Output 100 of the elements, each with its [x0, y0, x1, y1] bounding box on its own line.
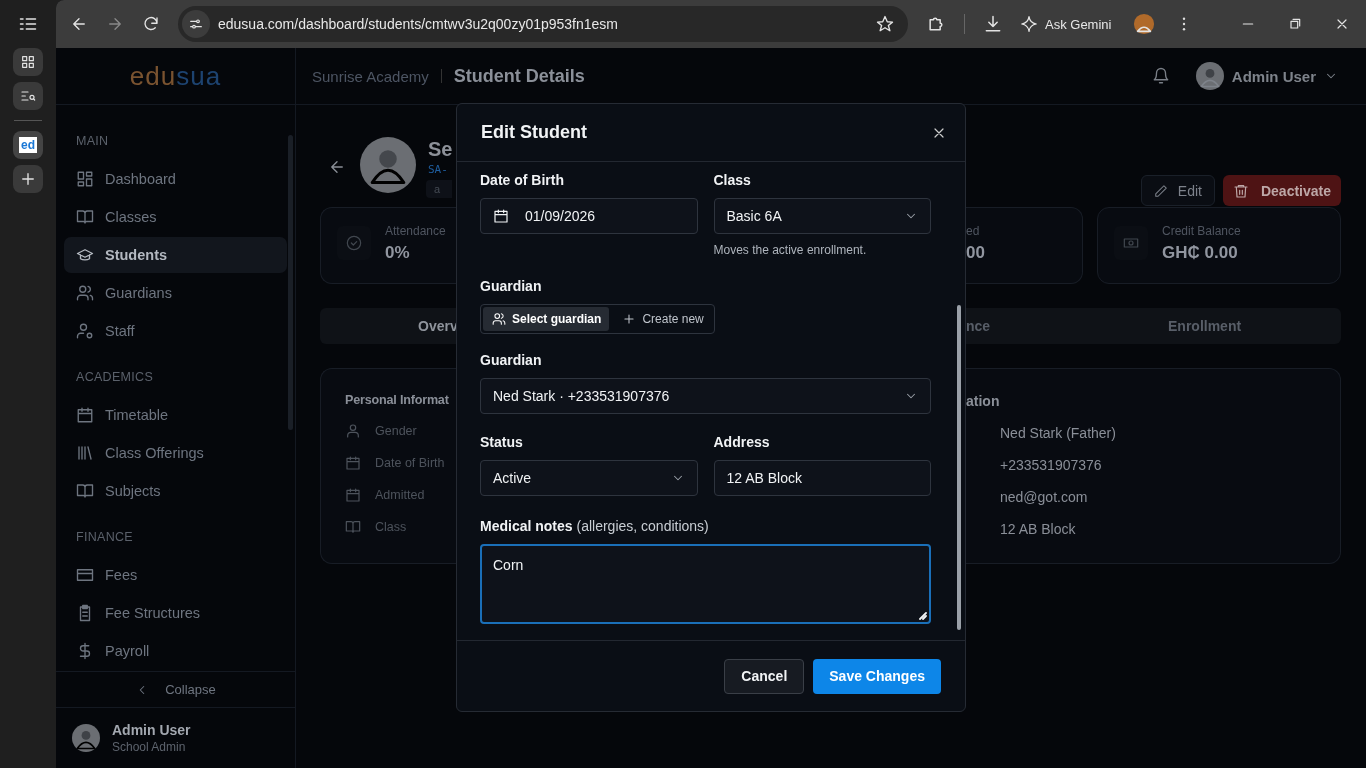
sidebar-item[interactable]: Payroll — [64, 633, 287, 669]
sidebar-item[interactable]: Timetable — [64, 397, 287, 433]
reload-icon[interactable] — [142, 15, 160, 33]
book-icon — [76, 208, 94, 226]
bell-icon[interactable] — [1151, 67, 1170, 85]
student-avatar — [360, 137, 416, 193]
sidebar-item[interactable]: Class Offerings — [64, 435, 287, 471]
sidebar-item[interactable]: Subjects — [64, 473, 287, 509]
card-title: Personal Informat — [345, 393, 450, 407]
sidebar-item[interactable]: Fees — [64, 557, 287, 593]
pencil-icon — [1153, 183, 1168, 198]
plus-icon — [19, 170, 37, 188]
avatar — [72, 724, 100, 753]
grid-icon — [20, 54, 36, 70]
search-icon — [20, 88, 36, 104]
field-value: 12 AB Block — [1000, 521, 1076, 537]
address-field[interactable]: 12 AB Block — [713, 460, 931, 496]
collapse-button[interactable]: Collapse — [56, 671, 295, 709]
calendar-icon — [345, 455, 361, 471]
calendar-icon — [345, 487, 361, 503]
forward-icon[interactable] — [106, 15, 124, 33]
deactivate-button[interactable]: Deactivate — [1222, 175, 1341, 206]
scrollbar[interactable] — [288, 135, 293, 430]
sidebar-item[interactable]: Students — [64, 237, 287, 273]
sparkle-icon — [1021, 16, 1037, 32]
student-name: Se — [428, 137, 453, 161]
dialog-title: Edit Student — [481, 122, 587, 143]
person-gear-icon — [76, 322, 94, 340]
avatar — [1195, 62, 1224, 90]
field-label: Date of Birth — [375, 456, 445, 470]
field-label: Status — [480, 433, 524, 452]
save-button[interactable]: Save Changes — [813, 658, 941, 694]
field-value: ned@got.com — [1000, 489, 1088, 505]
stat-value: 0% — [385, 243, 411, 263]
card-title: ation — [966, 393, 1001, 409]
bookmark-star-icon[interactable] — [876, 15, 894, 33]
trash-icon — [1232, 182, 1249, 199]
field-value: Ned Stark (Father) — [1000, 425, 1116, 441]
resize-grip-icon[interactable] — [919, 612, 927, 620]
tab-groups-button[interactable] — [13, 48, 43, 76]
back-icon[interactable] — [70, 15, 88, 33]
sidebar-item[interactable]: Guardians — [64, 275, 287, 311]
card-icon — [76, 566, 94, 584]
stat-label: ed — [966, 224, 981, 238]
restore-icon[interactable] — [1287, 16, 1303, 32]
edit-button[interactable]: Edit — [1140, 175, 1215, 206]
sidebar-item[interactable]: Fee Structures — [64, 595, 287, 631]
new-tab-button[interactable] — [13, 165, 43, 193]
people-icon — [76, 284, 94, 302]
class-select[interactable]: Basic 6A — [713, 198, 931, 234]
gemini-button[interactable]: Ask Gemini — [1021, 16, 1112, 32]
field-label: Class — [713, 171, 752, 190]
book-icon — [76, 482, 94, 500]
field-label: Class — [375, 520, 407, 534]
segment-option[interactable]: Create new — [613, 307, 712, 331]
user-menu[interactable]: Admin User — [1195, 62, 1338, 90]
app-logo[interactable]: edusua — [56, 48, 295, 105]
calendar-icon — [76, 406, 94, 424]
date-field[interactable]: 01/09/2026 — [480, 198, 698, 234]
sidebar-item[interactable]: Dashboard — [64, 161, 287, 197]
field-label: Medical notes (allergies, conditions) — [480, 517, 710, 536]
field-label: Guardian — [480, 351, 543, 370]
browser-tab[interactable]: ed — [13, 131, 43, 159]
stat-label: Attendance — [385, 224, 446, 238]
tab-search-button[interactable] — [13, 82, 43, 110]
status-select[interactable]: Active — [480, 460, 698, 496]
field-label: Address — [713, 433, 771, 452]
sidebar-item[interactable]: Staff — [64, 313, 287, 349]
person-icon — [345, 423, 361, 439]
tab[interactable]: Overv — [418, 318, 458, 334]
notes-field[interactable]: Corn — [480, 544, 931, 624]
page-title: Student Details — [453, 65, 585, 87]
tab[interactable]: nce — [966, 318, 991, 334]
stat-value: 00 — [966, 243, 986, 263]
sidebar-item[interactable]: Classes — [64, 199, 287, 235]
field-hint: Moves the active enrollment. — [713, 242, 868, 258]
calendar-icon — [493, 208, 509, 224]
user-name: Admin User — [112, 722, 191, 739]
address-bar[interactable]: edusua.com/dashboard/students/cmtwv3u2q00zy01p953fn1esm — [178, 6, 908, 42]
profile-avatar[interactable] — [1133, 13, 1156, 35]
cancel-button[interactable]: Cancel — [724, 658, 805, 694]
field-value: +233531907376 — [1000, 457, 1102, 473]
download-icon[interactable] — [983, 14, 1003, 34]
tab[interactable]: Enrollment — [1168, 318, 1242, 334]
field-label: Guardian — [480, 277, 543, 296]
scrollbar[interactable] — [957, 305, 961, 630]
section-heading: FINANCE — [75, 529, 134, 546]
field-label: Admitted — [375, 488, 425, 502]
user-role: School Admin — [112, 740, 187, 755]
field-label: Gender — [375, 424, 417, 438]
back-arrow-icon[interactable] — [328, 158, 346, 176]
plus-icon — [622, 312, 637, 326]
stat-label: Credit Balance — [1162, 224, 1241, 238]
book-icon — [345, 519, 361, 535]
segment-option[interactable]: Select guardian — [483, 307, 610, 331]
library-icon — [76, 444, 94, 462]
money-icon — [1123, 235, 1139, 251]
school-name[interactable]: Sunrise Academy — [312, 67, 429, 85]
student-id: SA- — [428, 163, 449, 176]
guardian-select[interactable]: Ned Stark · +233531907376 — [480, 378, 931, 414]
